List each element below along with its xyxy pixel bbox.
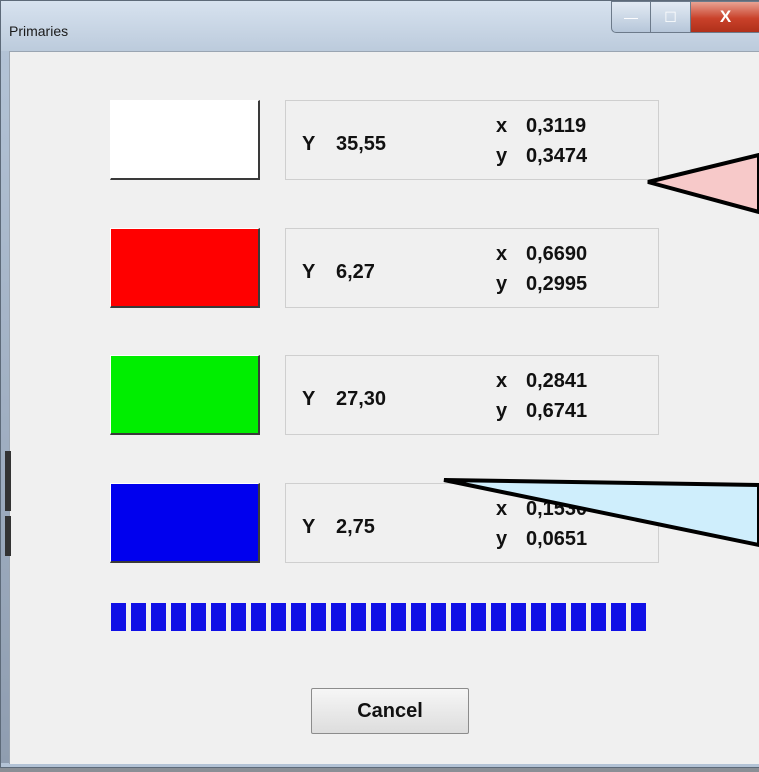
close-button[interactable]: X: [691, 1, 759, 33]
progress-segment: [251, 603, 266, 631]
luminance-label: Y: [302, 133, 316, 155]
minimize-button[interactable]: —: [611, 1, 651, 33]
luminance-label: Y: [302, 261, 316, 283]
edge-notch: [5, 451, 11, 511]
chroma-x-value: 0,2841: [526, 370, 588, 392]
luminance-label: Y: [302, 388, 316, 410]
chroma-x-label: x: [496, 498, 508, 520]
progress-segment: [631, 603, 646, 631]
minimize-icon: —: [624, 9, 638, 25]
window-left-edge: [1, 51, 11, 763]
cancel-button[interactable]: Cancel: [311, 688, 469, 734]
swatch-green: [110, 355, 260, 435]
window-title: Primaries: [9, 23, 69, 39]
values-blue: Y 2,75 x 0,1530 y 0,0651: [285, 483, 659, 563]
progress-segment: [271, 603, 286, 631]
chroma-y-label: y: [496, 528, 508, 550]
progress-segment: [311, 603, 326, 631]
caption-buttons: — ☐ X: [611, 1, 759, 33]
chroma-y-label: y: [496, 400, 508, 422]
luminance-value: 6,27: [336, 261, 375, 283]
progress-segment: [511, 603, 526, 631]
progress-segment: [391, 603, 406, 631]
progress-segment: [371, 603, 386, 631]
progress-segment: [531, 603, 546, 631]
chroma-y-label: y: [496, 273, 508, 295]
chroma-x-value: 0,3119: [526, 115, 587, 137]
dialog-client-area: Y 35,55 x 0,3119 y 0,3474 Y 6,27 x 0,669…: [9, 51, 759, 764]
progress-segment: [451, 603, 466, 631]
chroma-x-value: 0,1530: [526, 498, 588, 520]
swatch-white: [110, 100, 260, 180]
chroma-x-label: x: [496, 370, 508, 392]
close-icon: X: [719, 7, 732, 26]
progress-segment: [191, 603, 206, 631]
progress-segment: [491, 603, 506, 631]
progress-segment: [471, 603, 486, 631]
progress-segment: [171, 603, 186, 631]
chroma-y-value: 0,6741: [526, 400, 588, 422]
progress-segment: [211, 603, 226, 631]
title-bar[interactable]: Primaries — ☐ X: [1, 1, 759, 51]
progress-segment: [111, 603, 126, 631]
cancel-button-label: Cancel: [357, 699, 423, 722]
luminance-value: 27,30: [336, 388, 387, 410]
progress-segment: [591, 603, 606, 631]
chroma-y-value: 0,2995: [526, 273, 588, 295]
luminance-value: 2,75: [336, 516, 375, 538]
progress-segment: [151, 603, 166, 631]
progress-segment: [231, 603, 246, 631]
measurement-progress-bar: [111, 603, 659, 631]
maximize-icon: ☐: [664, 8, 677, 25]
progress-segment: [351, 603, 366, 631]
progress-segment: [131, 603, 146, 631]
progress-segment: [571, 603, 586, 631]
progress-segment: [611, 603, 626, 631]
primaries-dialog: Primaries — ☐ X Y 35,55 x 0,3119 y 0,347…: [0, 0, 759, 768]
progress-segment: [431, 603, 446, 631]
maximize-button[interactable]: ☐: [651, 1, 691, 33]
progress-segment: [411, 603, 426, 631]
luminance-value: 35,55: [336, 133, 387, 155]
chroma-y-value: 0,0651: [526, 528, 588, 550]
chroma-y-value: 0,3474: [526, 145, 588, 167]
chroma-y-label: y: [496, 145, 508, 167]
chroma-x-label: x: [496, 243, 508, 265]
chroma-x-value: 0,6690: [526, 243, 588, 265]
edge-notch: [5, 516, 11, 556]
chroma-x-label: x: [496, 115, 508, 137]
progress-segment: [551, 603, 566, 631]
values-white: Y 35,55 x 0,3119 y 0,3474: [285, 100, 659, 180]
swatch-red: [110, 228, 260, 308]
progress-segment: [291, 603, 306, 631]
swatch-blue: [110, 483, 260, 563]
values-red: Y 6,27 x 0,6690 y 0,2995: [285, 228, 659, 308]
values-green: Y 27,30 x 0,2841 y 0,6741: [285, 355, 659, 435]
progress-segment: [331, 603, 346, 631]
luminance-label: Y: [302, 516, 316, 538]
